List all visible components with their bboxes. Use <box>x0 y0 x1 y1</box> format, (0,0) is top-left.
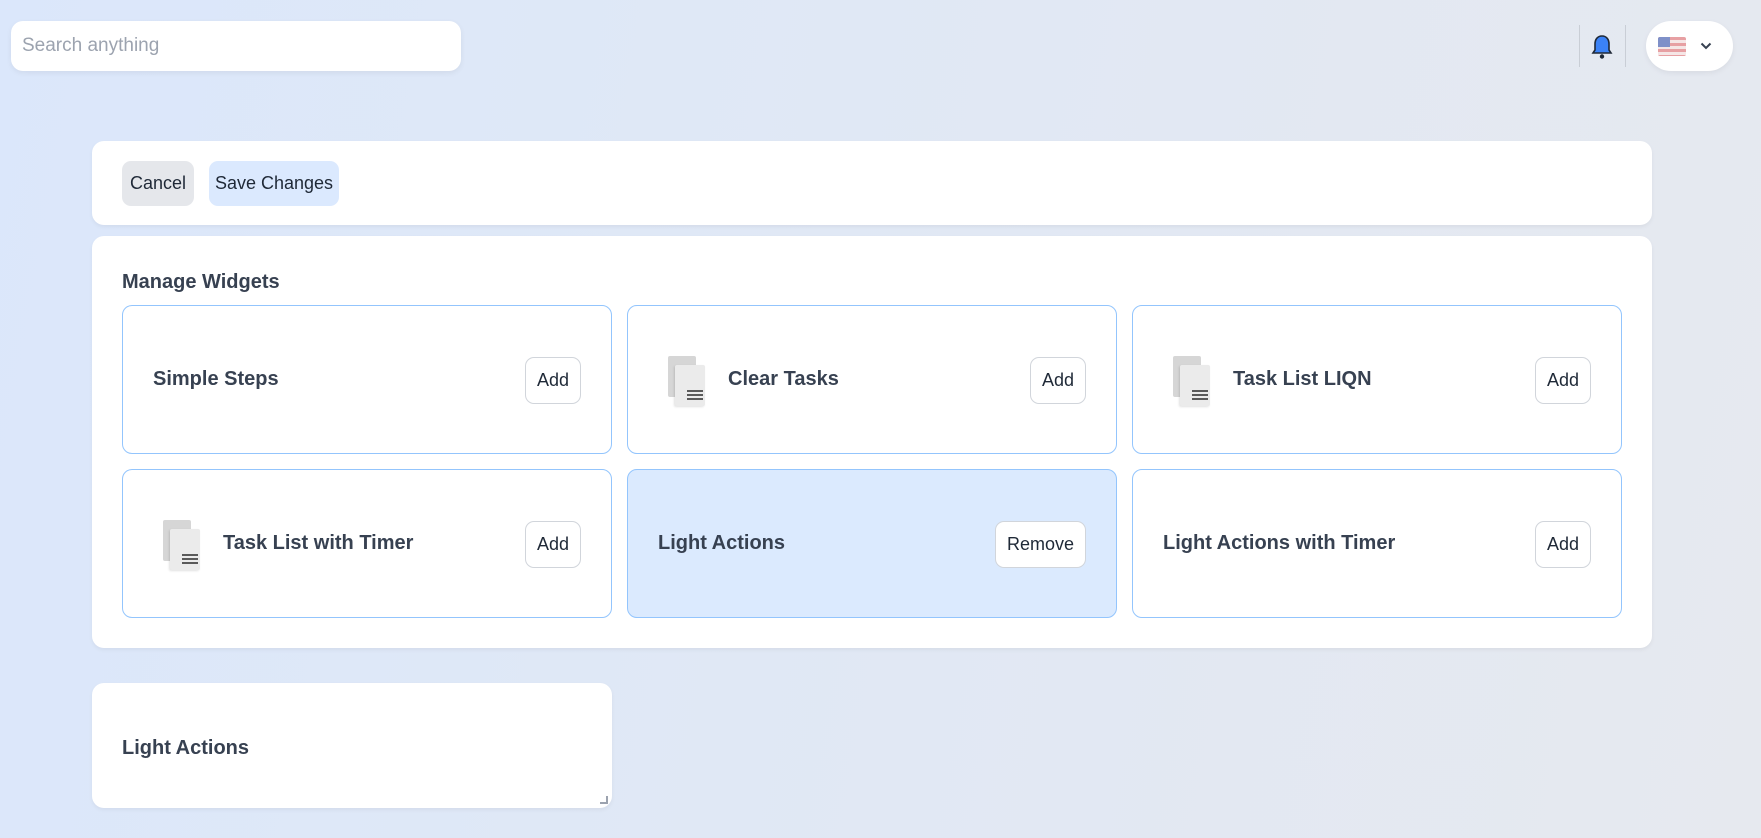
document-icon <box>668 356 706 406</box>
add-widget-button[interactable]: Add <box>1534 521 1591 568</box>
cancel-button[interactable]: Cancel <box>122 160 194 206</box>
widget-card-simple-steps: Simple Steps Add <box>122 305 612 454</box>
add-widget-button[interactable]: Add <box>524 357 581 404</box>
widget-title: Simple Steps <box>153 368 279 390</box>
add-widget-button[interactable]: Add <box>1029 357 1086 404</box>
us-flag-icon <box>1658 36 1686 56</box>
manage-widgets-heading: Manage Widgets <box>122 271 280 293</box>
header-divider <box>1625 25 1626 67</box>
widget-title: Light Actions with Timer <box>1163 532 1396 554</box>
language-selector[interactable] <box>1646 21 1733 71</box>
add-widget-button[interactable]: Add <box>524 521 581 568</box>
light-actions-widget: Light Actions <box>92 683 612 808</box>
widget-card-light-actions-with-timer: Light Actions with Timer Add <box>1132 469 1622 618</box>
document-icon <box>163 520 201 570</box>
widget-title: Light Actions <box>658 532 786 554</box>
edit-toolbar: Cancel Save Changes <box>92 141 1652 225</box>
search-input[interactable] <box>22 35 461 57</box>
add-widget-button[interactable]: Add <box>1534 357 1591 404</box>
widget-card-task-list-liqn: Task List LIQN Add <box>1132 305 1622 454</box>
resize-handle-icon[interactable] <box>600 796 608 804</box>
widget-title: Clear Tasks <box>728 368 839 390</box>
search-bar[interactable] <box>11 21 461 71</box>
remove-widget-button[interactable]: Remove <box>994 521 1086 568</box>
widget-card-clear-tasks: Clear Tasks Add <box>627 305 1117 454</box>
save-changes-button[interactable]: Save Changes <box>209 160 339 206</box>
widget-card-task-list-with-timer: Task List with Timer Add <box>122 469 612 618</box>
bell-icon[interactable] <box>1590 31 1614 63</box>
document-icon <box>1173 356 1211 406</box>
header-divider <box>1579 25 1580 67</box>
widget-title: Task List with Timer <box>223 532 414 554</box>
widget-card-light-actions: Light Actions Remove <box>627 469 1117 618</box>
widget-title: Task List LIQN <box>1233 368 1372 390</box>
chevron-down-icon <box>1700 37 1712 55</box>
widget-preview-title: Light Actions <box>122 737 250 759</box>
manage-widgets-panel: Manage Widgets Simple Steps Add Clear Ta… <box>92 236 1652 648</box>
